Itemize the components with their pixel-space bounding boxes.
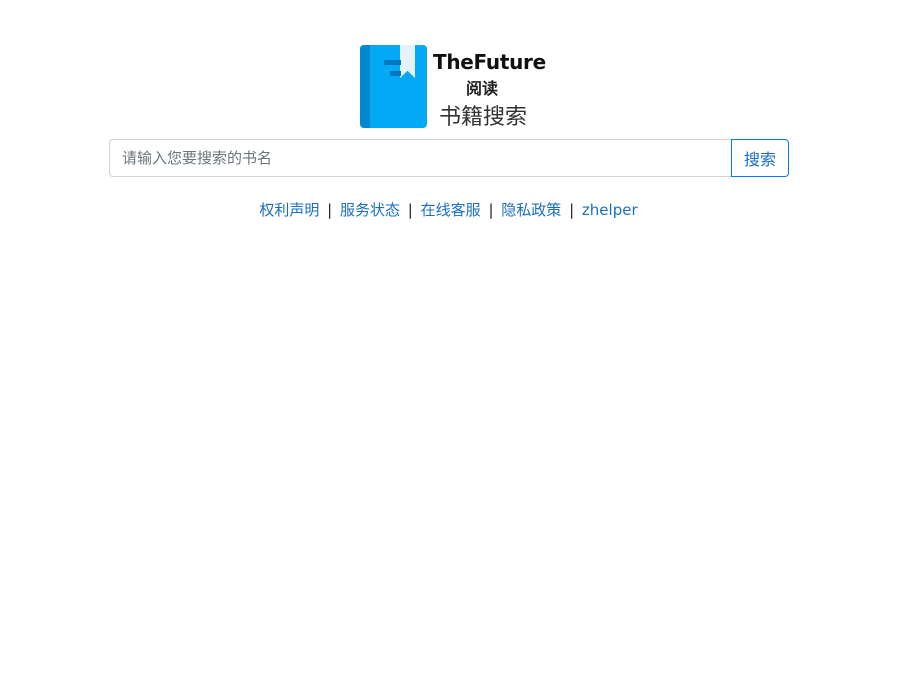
bookmark-icon bbox=[400, 45, 415, 78]
link-separator: | bbox=[569, 201, 575, 219]
page: TheFuture 阅读 书籍搜索 搜索 权利声明 | 服务状态 | 在线客服 … bbox=[0, 0, 897, 675]
link-online-support[interactable]: 在线客服 bbox=[421, 201, 481, 219]
link-separator: | bbox=[488, 201, 494, 219]
link-separator: | bbox=[327, 201, 333, 219]
search-button[interactable]: 搜索 bbox=[731, 139, 789, 177]
logo-subtitle: 阅读 bbox=[466, 79, 499, 98]
link-privacy-policy[interactable]: 隐私政策 bbox=[501, 201, 561, 219]
logo[interactable]: TheFuture 阅读 书籍搜索 bbox=[360, 44, 546, 130]
link-service-status[interactable]: 服务状态 bbox=[340, 201, 400, 219]
search-bar: 搜索 bbox=[109, 139, 789, 177]
book-icon bbox=[360, 45, 427, 128]
book-spine bbox=[360, 45, 370, 128]
book-line bbox=[384, 60, 401, 65]
link-zhelper[interactable]: zhelper bbox=[582, 201, 638, 219]
footer-links: 权利声明 | 服务状态 | 在线客服 | 隐私政策 | zhelper bbox=[0, 199, 897, 220]
logo-caption: 书籍搜索 bbox=[439, 105, 528, 130]
book-line bbox=[390, 71, 401, 76]
link-rights-statement[interactable]: 权利声明 bbox=[259, 201, 319, 219]
logo-brand: TheFuture bbox=[433, 50, 546, 74]
search-input[interactable] bbox=[109, 139, 732, 177]
link-separator: | bbox=[407, 201, 413, 219]
